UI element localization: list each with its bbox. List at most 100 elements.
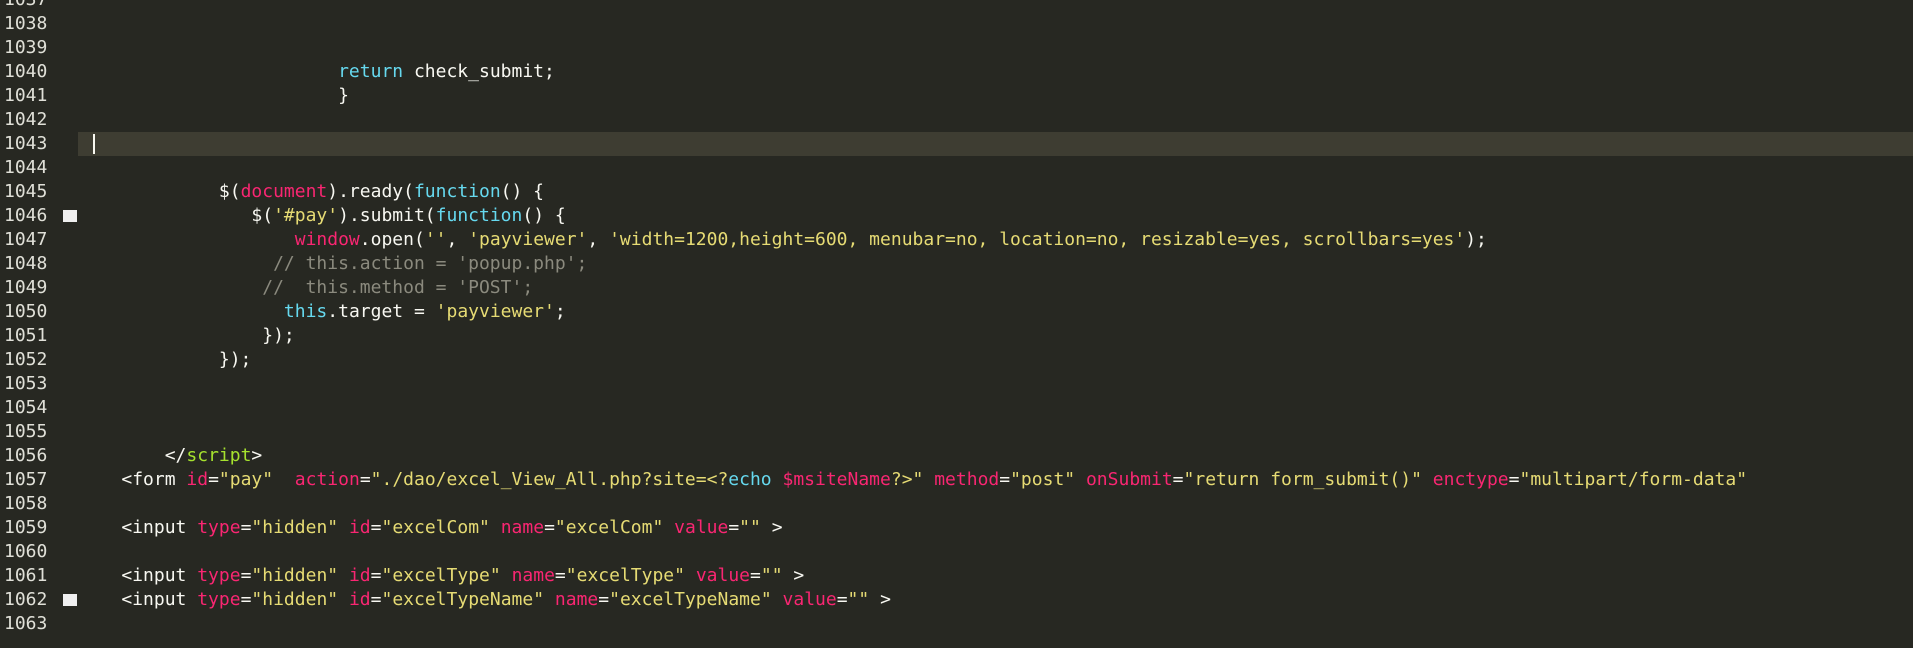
line-code[interactable]: <form id="pay" action="./dao/excel_View_… bbox=[78, 468, 1913, 492]
code-token: check_submit; bbox=[403, 61, 555, 82]
code-token: "excelType" bbox=[381, 565, 501, 586]
code-token: <input bbox=[78, 565, 198, 586]
line-code[interactable]: <input type="hidden" id="excelCom" name=… bbox=[78, 516, 1913, 540]
code-token: 'width=1200,height=600, menubar=no, loca… bbox=[609, 229, 1466, 250]
code-token: > bbox=[869, 589, 891, 610]
code-token: = bbox=[554, 565, 566, 586]
code-token: > bbox=[251, 445, 263, 466]
line-number: 1047 bbox=[4, 229, 48, 250]
code-line[interactable]: 1061 <input type="hidden" id="excelType"… bbox=[0, 564, 1913, 588]
line-code[interactable]: <input type="hidden" id="excelType" name… bbox=[78, 564, 1913, 588]
code-line[interactable]: 1037 bbox=[0, 0, 1913, 12]
line-code[interactable] bbox=[78, 420, 1913, 444]
code-line[interactable]: 1047 window.open('', 'payviewer', 'width… bbox=[0, 228, 1913, 252]
line-code[interactable] bbox=[78, 540, 1913, 564]
line-code[interactable]: $(document).ready(function() { bbox=[78, 180, 1913, 204]
code-token: ).submit( bbox=[338, 205, 436, 226]
code-line[interactable]: 1042 bbox=[0, 108, 1913, 132]
code-line[interactable]: 1056 </script> bbox=[0, 444, 1913, 468]
line-code[interactable]: $('#pay').submit(function() { bbox=[78, 204, 1913, 228]
code-line[interactable]: 1063 bbox=[0, 612, 1913, 636]
line-code[interactable] bbox=[78, 0, 1913, 12]
line-code[interactable] bbox=[78, 108, 1913, 132]
line-code[interactable] bbox=[78, 132, 1913, 156]
line-code[interactable]: // this.method = 'POST'; bbox=[78, 276, 1913, 300]
code-token: }); bbox=[78, 349, 252, 370]
code-token: "excelType" bbox=[565, 565, 685, 586]
code-line[interactable]: 1039 bbox=[0, 36, 1913, 60]
code-token: id bbox=[186, 469, 209, 490]
code-token: = bbox=[370, 517, 382, 538]
code-token: $( bbox=[78, 205, 274, 226]
code-line[interactable]: 1062 <input type="hidden" id="excelTypeN… bbox=[0, 588, 1913, 612]
code-line[interactable]: 1054 bbox=[0, 396, 1913, 420]
code-line[interactable]: 1045 $(document).ready(function() { bbox=[0, 180, 1913, 204]
code-token: <input bbox=[78, 517, 198, 538]
line-number: 1055 bbox=[4, 421, 48, 442]
line-code[interactable] bbox=[78, 612, 1913, 636]
code-line[interactable]: 1038 bbox=[0, 12, 1913, 36]
line-number: 1039 bbox=[4, 37, 48, 58]
code-token: value bbox=[695, 565, 751, 586]
code-line[interactable]: 1050 this.target = 'payviewer'; bbox=[0, 300, 1913, 324]
line-number: 1045 bbox=[4, 181, 48, 202]
line-code[interactable]: window.open('', 'payviewer', 'width=1200… bbox=[78, 228, 1913, 252]
line-code[interactable]: <input type="hidden" id="excelTypeName" … bbox=[78, 588, 1913, 612]
code-line[interactable]: 1055 bbox=[0, 420, 1913, 444]
code-line[interactable]: 1058 bbox=[0, 492, 1913, 516]
line-code[interactable]: }); bbox=[78, 348, 1913, 372]
code-token: function bbox=[413, 181, 501, 202]
code-line[interactable]: 1059 <input type="hidden" id="excelCom" … bbox=[0, 516, 1913, 540]
code-token: > bbox=[782, 565, 805, 586]
code-token: id bbox=[348, 589, 371, 610]
line-code[interactable]: this.target = 'payviewer'; bbox=[78, 300, 1913, 324]
line-code[interactable]: } bbox=[78, 84, 1913, 108]
code-line[interactable]: 1048 // this.action = 'popup.php'; bbox=[0, 252, 1913, 276]
code-token: echo bbox=[728, 469, 772, 490]
code-line[interactable]: 1060 bbox=[0, 540, 1913, 564]
code-token: form bbox=[132, 469, 187, 490]
code-line[interactable]: 1040 return check_submit; bbox=[0, 60, 1913, 84]
code-line[interactable]: 1043 bbox=[0, 132, 1913, 156]
line-code[interactable] bbox=[78, 156, 1913, 180]
code-line[interactable]: 1053 bbox=[0, 372, 1913, 396]
code-token: ; bbox=[554, 301, 566, 322]
code-token: .target = bbox=[327, 301, 436, 322]
code-token: = bbox=[240, 565, 252, 586]
code-token: name bbox=[500, 517, 545, 538]
code-line[interactable]: 1046 $('#pay').submit(function() { bbox=[0, 204, 1913, 228]
code-token: onSubmit bbox=[1085, 469, 1173, 490]
line-code[interactable] bbox=[78, 36, 1913, 60]
code-line[interactable]: 1052 }); bbox=[0, 348, 1913, 372]
line-code[interactable] bbox=[78, 396, 1913, 420]
code-line[interactable]: 1044 bbox=[0, 156, 1913, 180]
code-line[interactable]: 1049 // this.method = 'POST'; bbox=[0, 276, 1913, 300]
line-code[interactable]: }); bbox=[78, 324, 1913, 348]
line-code[interactable]: return check_submit; bbox=[78, 60, 1913, 84]
code-editor[interactable]: 1037103810391040 return check_submit;104… bbox=[0, 0, 1913, 648]
code-token: </ bbox=[164, 445, 187, 466]
fold-marker-icon[interactable] bbox=[63, 594, 77, 606]
code-lines[interactable]: 1037103810391040 return check_submit;104… bbox=[0, 0, 1913, 636]
code-token: // this.action = 'popup.php'; bbox=[78, 253, 588, 274]
line-number: 1046 bbox=[4, 205, 48, 226]
code-token: () { bbox=[500, 181, 545, 202]
code-token: "excelCom" bbox=[554, 517, 664, 538]
line-code[interactable] bbox=[78, 492, 1913, 516]
fold-marker-icon[interactable] bbox=[63, 210, 77, 222]
code-line[interactable]: 1041 } bbox=[0, 84, 1913, 108]
line-number: 1051 bbox=[4, 325, 48, 346]
code-line[interactable]: 1051 }); bbox=[0, 324, 1913, 348]
code-line[interactable]: 1057 <form id="pay" action="./dao/excel_… bbox=[0, 468, 1913, 492]
code-token: enctype bbox=[1432, 469, 1509, 490]
line-code[interactable]: // this.action = 'popup.php'; bbox=[78, 252, 1913, 276]
line-code[interactable]: </script> bbox=[78, 444, 1913, 468]
line-code[interactable] bbox=[78, 372, 1913, 396]
code-token: ).ready( bbox=[327, 181, 414, 202]
line-code[interactable] bbox=[78, 12, 1913, 36]
